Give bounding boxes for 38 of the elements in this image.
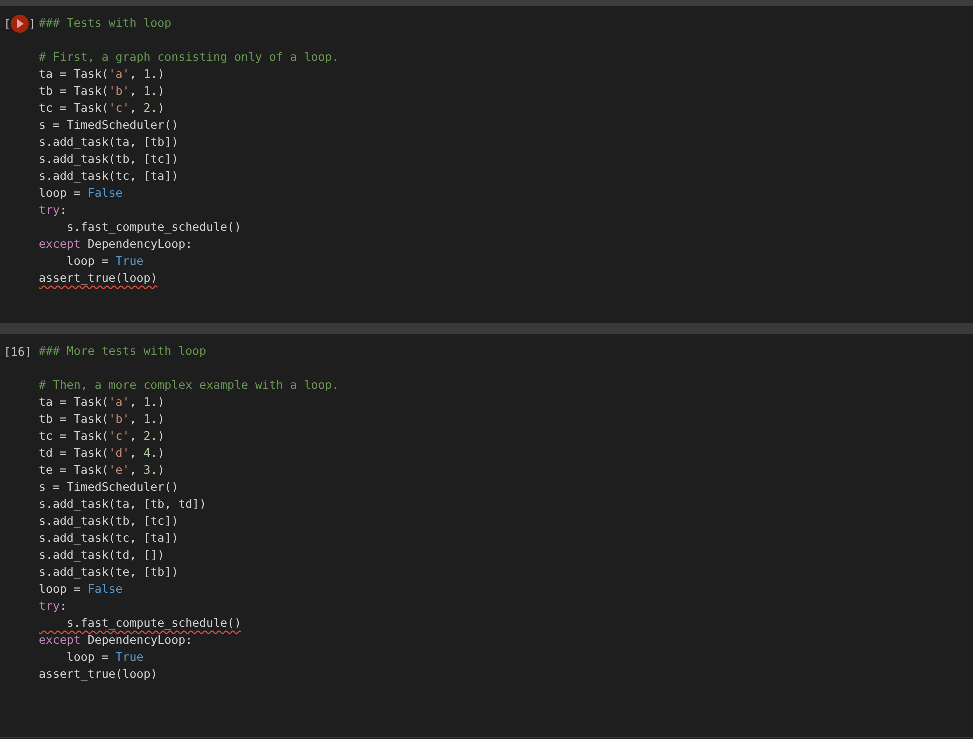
code-line: ### More tests with loop — [39, 343, 207, 360]
code-line: s.add_task(tb, [tc]) — [39, 513, 179, 530]
code-line: tb = Task('b', 1.) — [39, 83, 165, 100]
code-line: s = TimedScheduler() — [39, 479, 179, 496]
code-line: loop = True — [66, 253, 144, 270]
bracket: ] — [28, 16, 36, 32]
code-line: except DependencyLoop: — [39, 236, 193, 253]
bracket: [ — [4, 16, 11, 32]
code-line: te = Task('e', 3.) — [39, 462, 165, 479]
code-line: try: — [39, 598, 67, 615]
code-line: s.add_task(tc, [ta]) — [39, 168, 179, 185]
code-line: loop = False — [39, 185, 123, 202]
code-line: s.add_task(ta, [tb, td]) — [39, 496, 207, 513]
code-line: except DependencyLoop: — [39, 632, 193, 649]
code-line: tc = Task('c', 2.) — [39, 428, 165, 445]
code-line: # First, a graph consisting only of a loop. — [39, 49, 340, 66]
code-line: assert_true(loop) — [39, 270, 158, 287]
code-line: td = Task('d', 4.) — [39, 445, 165, 462]
code-line: ta = Task('a', 1.) — [39, 66, 165, 83]
code-line: assert_true(loop) — [39, 666, 158, 683]
code-line: tc = Task('c', 2.) — [39, 100, 165, 117]
run-icon[interactable] — [10, 15, 29, 33]
code-line: # Then, a more complex example with a loop. — [39, 377, 340, 394]
code-line: s.add_task(ta, [tb]) — [39, 134, 179, 151]
code-line: ta = Task('a', 1.) — [39, 394, 165, 411]
code-line: try: — [39, 202, 67, 219]
code-line: s.add_task(td, []) — [39, 547, 165, 564]
code-line: loop = True — [66, 649, 144, 666]
code-line: loop = False — [39, 581, 123, 598]
code-line: ### Tests with loop — [39, 15, 172, 32]
code-line: tb = Task('b', 1.) — [39, 411, 165, 428]
code-line: s.fast_compute_schedule() — [66, 615, 242, 632]
code-line: s.add_task(tc, [ta]) — [39, 530, 179, 547]
code-line: s = TimedScheduler() — [39, 117, 179, 134]
code-line: s.fast_compute_schedule() — [66, 219, 242, 236]
execution-count: [16] — [4, 344, 32, 361]
code-line: s.add_task(tb, [tc]) — [39, 151, 179, 168]
code-line: s.add_task(te, [tb]) — [39, 564, 179, 581]
